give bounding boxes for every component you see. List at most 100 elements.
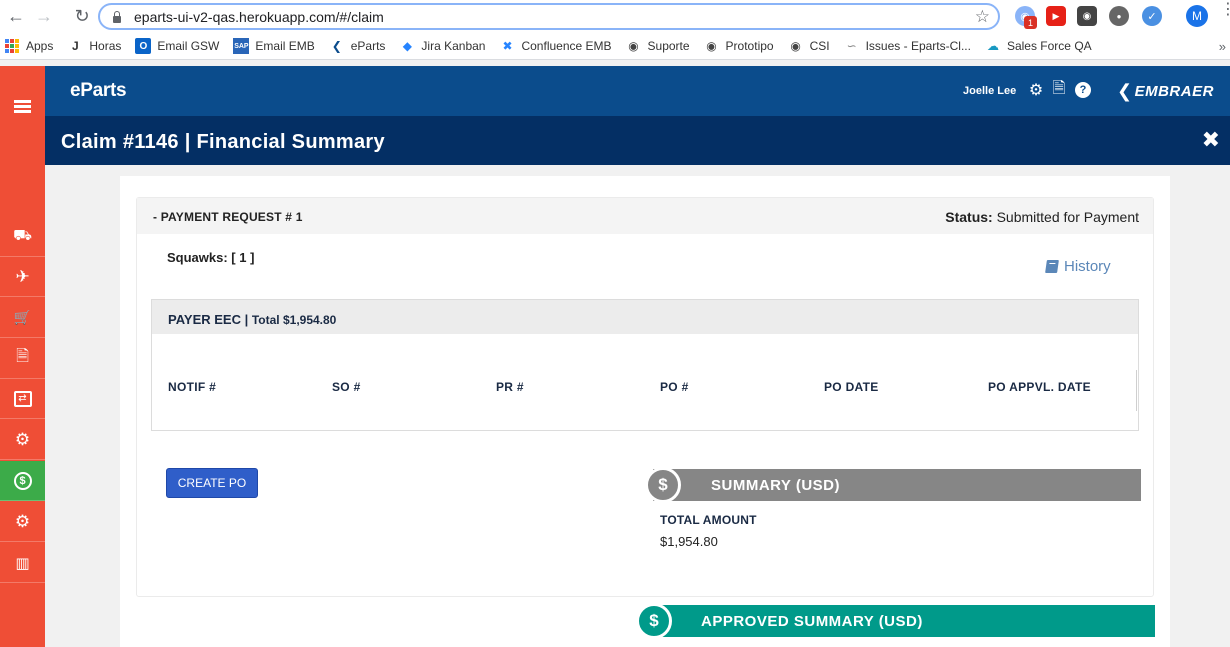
column-po[interactable]: PO #: [660, 380, 689, 394]
apps-grid-icon: [4, 38, 20, 54]
total-amount-label: TOTAL AMOUNT: [660, 513, 757, 527]
sap-icon: SAP: [233, 38, 250, 54]
bookmark-salesforce[interactable]: ☁ Sales Force QA: [985, 38, 1092, 54]
horas-icon: J: [72, 39, 79, 53]
extension-pin-icon[interactable]: ◉: [1077, 6, 1097, 26]
payer-header: PAYER EEC | Total $1,954.80: [152, 300, 1138, 334]
profile-avatar[interactable]: M: [1186, 5, 1208, 27]
extension-circle-icon[interactable]: ●: [1109, 6, 1129, 26]
bookmark-confluence[interactable]: ✖ Confluence EMB: [499, 38, 611, 54]
embraer-logo: ❮ EMBRAER: [1117, 81, 1214, 102]
sidebar-item-reports[interactable]: ▥: [0, 543, 45, 583]
address-bar[interactable]: eparts-ui-v2-qas.herokuapp.com/#/claim ☆: [98, 3, 1000, 30]
salesforce-cloud-icon: ☁: [986, 39, 999, 53]
payer-table: PAYER EEC | Total $1,954.80 NOTIF # SO #…: [151, 299, 1139, 431]
bookmark-email-emb[interactable]: SAP Email EMB: [233, 38, 315, 54]
bookmark-label: Sales Force QA: [1006, 39, 1092, 53]
browser-menu-icon[interactable]: ⋮: [1220, 2, 1230, 18]
bookmark-label: Prototipo: [725, 39, 774, 53]
bookmark-csi[interactable]: ◉ CSI: [788, 38, 830, 54]
bookmark-prototipo[interactable]: ◉ Prototipo: [704, 38, 774, 54]
bookmark-eparts[interactable]: ❮ eParts: [329, 38, 386, 54]
user-name[interactable]: Joelle Lee: [963, 85, 1016, 97]
extension-video-icon[interactable]: ▶: [1046, 6, 1066, 26]
page-title-bar: Claim #1146 | Financial Summary ✖: [45, 116, 1230, 165]
payment-request-card: - PAYMENT REQUEST # 1 Status: Submitted …: [136, 197, 1154, 597]
sidebar-item-financial[interactable]: $: [0, 461, 45, 501]
status-label: Status:: [945, 209, 993, 225]
sidebar: ⛟ ✈ 🛒 🗎 ⇄ ⚙ $ ⚙ ▥: [0, 66, 45, 647]
brand-text: EMBRAER: [1134, 83, 1214, 100]
eparts-logo[interactable]: eParts: [70, 80, 127, 102]
gears-exchange-icon: ⚙: [14, 429, 31, 449]
column-so[interactable]: SO #: [332, 380, 361, 394]
summary-bar: $ SUMMARY (USD): [645, 467, 1141, 503]
bookmark-suporte[interactable]: ◉ Suporte: [626, 38, 689, 54]
payer-total: Total $1,954.80: [251, 313, 337, 327]
sidebar-item-cart[interactable]: 🛒: [0, 298, 45, 338]
bookmark-jira[interactable]: ◆ Jira Kanban: [399, 38, 486, 54]
help-icon[interactable]: ?: [1074, 81, 1092, 99]
truck-icon: ⛟: [13, 227, 32, 244]
app-header: eParts Joelle Lee ⚙ 🗎 ? ❮ EMBRAER: [45, 66, 1230, 116]
cart-icon: 🛒: [13, 309, 32, 325]
squawks-count: Squawks: [ 1 ]: [167, 250, 255, 265]
status-value: Submitted for Payment: [996, 209, 1139, 225]
status: Status: Submitted for Payment: [945, 209, 1139, 225]
document-icon: 🗎: [16, 348, 29, 365]
back-icon[interactable]: ←: [4, 5, 28, 29]
sidebar-item-truck[interactable]: ⛟: [0, 217, 45, 257]
globe-icon: ◉: [790, 39, 801, 53]
embraer-arrow-icon: ❮: [1117, 81, 1133, 101]
outlook-icon: O: [135, 38, 152, 54]
column-po-approval-date[interactable]: PO APPVL. DATE: [988, 380, 1091, 394]
book-icon: [1045, 260, 1059, 273]
payer-title: PAYER EEC | Total $1,954.80: [168, 312, 336, 327]
sidebar-item-documents[interactable]: 🗎: [0, 339, 45, 379]
bookmark-label: Apps: [26, 39, 54, 53]
issues-swoosh-icon: ∽: [846, 39, 857, 53]
column-notif[interactable]: NOTIF #: [168, 380, 216, 394]
bookmark-email-gsw[interactable]: O Email GSW: [135, 38, 219, 54]
bookmark-label: Issues - Eparts-Cl...: [865, 39, 971, 53]
url-text[interactable]: eparts-ui-v2-qas.herokuapp.com/#/claim: [134, 9, 384, 25]
payer-name: PAYER EEC: [168, 312, 241, 327]
close-icon[interactable]: ✖: [1202, 127, 1220, 153]
column-po-date[interactable]: PO DATE: [824, 380, 879, 394]
bookmark-label: Confluence EMB: [521, 39, 612, 53]
hamburger-menu-icon[interactable]: [0, 86, 45, 126]
sidebar-item-settings[interactable]: ⚙: [0, 502, 45, 542]
plane-icon: ✈: [15, 266, 30, 286]
reload-icon[interactable]: ↻: [70, 5, 94, 29]
gear-icon[interactable]: ⚙: [1027, 81, 1045, 99]
payment-request-title[interactable]: - PAYMENT REQUEST # 1: [153, 210, 303, 224]
bookmark-apps[interactable]: Apps: [4, 38, 53, 54]
approved-summary-title: APPROVED SUMMARY (USD): [701, 613, 923, 630]
jira-icon: ◆: [402, 39, 413, 53]
payer-separator: |: [240, 312, 252, 327]
column-pr[interactable]: PR #: [496, 380, 524, 394]
confluence-icon: ✖: [502, 39, 513, 53]
sidebar-item-flights[interactable]: ✈: [0, 257, 45, 297]
bar-chart-icon: ▥: [15, 554, 30, 572]
summary-title: SUMMARY (USD): [711, 477, 840, 494]
approved-summary-bar[interactable]: $ APPROVED SUMMARY (USD): [636, 603, 1155, 639]
gears-icon: ⚙: [14, 511, 31, 531]
bookmark-issues[interactable]: ∽ Issues - Eparts-Cl...: [844, 38, 971, 54]
payment-request-header[interactable]: - PAYMENT REQUEST # 1 Status: Submitted …: [137, 198, 1153, 234]
bookmark-star-icon[interactable]: ☆: [975, 7, 990, 27]
extension-badge: 1: [1024, 16, 1037, 29]
lock-icon: [112, 10, 122, 23]
create-po-button[interactable]: CREATE PO: [166, 468, 258, 498]
bookmark-label: CSI: [809, 39, 830, 53]
bookmark-horas[interactable]: J Horas: [67, 38, 121, 54]
history-link[interactable]: History: [1045, 258, 1111, 275]
forward-icon[interactable]: →: [32, 5, 56, 29]
extension-check-icon[interactable]: ✓: [1142, 6, 1162, 26]
embraer-arrow-icon: ❮: [331, 39, 342, 53]
sidebar-item-exchange[interactable]: ⚙: [0, 420, 45, 460]
sidebar-item-returns[interactable]: ⇄: [0, 379, 45, 419]
more-bookmarks-icon[interactable]: »: [1219, 39, 1226, 54]
document-icon[interactable]: 🗎: [1050, 80, 1068, 99]
table-divider: [1136, 370, 1137, 411]
